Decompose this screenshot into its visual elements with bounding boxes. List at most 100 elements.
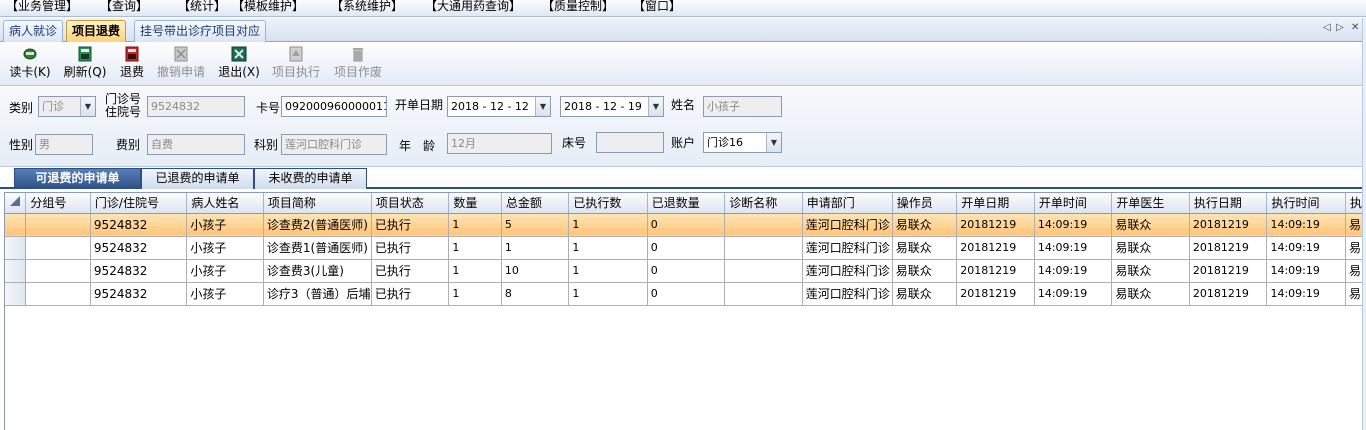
table-cell[interactable]: 小孩子	[186, 213, 264, 237]
table-cell[interactable]: 20181219	[956, 282, 1035, 306]
column-header[interactable]: 执行时间	[1266, 193, 1346, 214]
bed-no-field[interactable]	[596, 132, 664, 153]
column-header[interactable]: 已执行数	[568, 193, 648, 214]
table-cell[interactable]: 1	[448, 282, 502, 306]
tab-close-icon[interactable]: ✕	[1351, 22, 1359, 33]
table-cell[interactable]: 易联众	[892, 213, 958, 237]
table-cell[interactable]: 诊查费2(普通医师)	[263, 213, 372, 237]
table-cell[interactable]: 9524832	[90, 282, 188, 306]
table-cell[interactable]	[25, 213, 91, 237]
table-cell[interactable]: 莲河口腔科门诊	[802, 282, 893, 306]
column-header[interactable]: 申请部门	[802, 193, 893, 214]
table-cell[interactable]: 易联众	[1111, 282, 1190, 306]
table-cell[interactable]: 14:09:19	[1266, 236, 1346, 260]
tab-registration-mapping[interactable]: 挂号带出诊疗项目对应	[134, 20, 267, 42]
date-from-picker[interactable]: 2018 - 12 - 12 ▼	[447, 96, 551, 117]
table-cell[interactable]: 1	[448, 259, 502, 283]
table-cell[interactable]	[724, 259, 803, 283]
table-cell[interactable]: 1	[448, 236, 502, 260]
chevron-down-icon[interactable]: ▼	[648, 97, 663, 116]
table-cell[interactable]	[25, 236, 91, 260]
table-cell[interactable]	[25, 282, 91, 306]
table-cell[interactable]: 9524832	[90, 213, 188, 237]
tab-refunded-requests[interactable]: 已退费的申请单	[141, 168, 254, 189]
table-cell[interactable]: 0	[647, 259, 726, 283]
table-cell[interactable]: 14:09:19	[1034, 282, 1113, 306]
table-cell[interactable]: 易联众	[1111, 236, 1190, 260]
column-header[interactable]: 数量	[448, 193, 502, 214]
gender-field[interactable]: 男	[35, 134, 93, 155]
menu-window[interactable]: 【窗口】	[633, 0, 681, 14]
row-selector[interactable]	[5, 282, 27, 306]
name-field[interactable]: 小孩子	[703, 96, 782, 117]
column-header[interactable]: 项目状态	[371, 193, 450, 214]
right-edge-scrollbar[interactable]	[1362, 18, 1366, 430]
card-no-field[interactable]: 0920009600000110	[281, 96, 387, 117]
table-cell[interactable]: 20181219	[1189, 259, 1268, 283]
fee-type-field[interactable]: 自费	[147, 134, 245, 155]
exit-button[interactable]: 退出(X)	[217, 45, 261, 85]
table-cell[interactable]: 诊查费3(儿童)	[263, 259, 372, 283]
table-cell[interactable]: 1	[501, 236, 570, 260]
department-field[interactable]: 莲河口腔科门诊	[281, 134, 387, 155]
table-cell[interactable]: 5	[501, 213, 570, 237]
column-header[interactable]: 已退数量	[647, 193, 726, 214]
table-row[interactable]: 9524832 小孩子 诊查费3(儿童) 已执行 1 10 1 0 莲河口腔科门诊 易联众 2018…	[5, 259, 1366, 283]
column-header[interactable]: 总金额	[501, 193, 570, 214]
table-cell[interactable]: 易联众	[1111, 213, 1190, 237]
table-cell[interactable]: 0	[647, 213, 726, 237]
table-cell[interactable]: 诊查费1(普通医师)	[263, 236, 372, 260]
table-cell[interactable]	[25, 259, 91, 283]
table-row[interactable]: 9524832 小孩子 诊查费2(普通医师) 已执行 1 5 1 0 莲河口腔科门诊 易联众 201…	[5, 213, 1366, 237]
table-cell[interactable]: 莲河口腔科门诊	[802, 259, 893, 283]
row-selector[interactable]	[5, 213, 27, 237]
table-cell[interactable]: 已执行	[371, 259, 450, 283]
column-header[interactable]: 病人姓名	[186, 193, 264, 214]
table-cell[interactable]: 20181219	[1189, 282, 1268, 306]
table-cell[interactable]: 20181219	[956, 236, 1035, 260]
table-cell[interactable]: 已执行	[371, 282, 450, 306]
table-row[interactable]: 9524832 小孩子 诊疗3（普通）后埔 已执行 1 8 1 0 莲河口腔科门诊 易联众 2018…	[5, 282, 1366, 306]
column-header[interactable]: 操作员	[892, 193, 958, 214]
table-cell[interactable]: 8	[501, 282, 570, 306]
tab-scroll-right-icon[interactable]: ▷	[1336, 22, 1344, 33]
table-cell[interactable]: 莲河口腔科门诊	[802, 213, 893, 237]
tab-unpaid-requests[interactable]: 未收费的申请单	[254, 168, 367, 189]
table-cell[interactable]: 0	[647, 236, 726, 260]
column-header[interactable]: 开单时间	[1034, 193, 1113, 214]
tab-scroll-left-icon[interactable]: ◁	[1323, 22, 1331, 33]
column-header[interactable]: 门诊/住院号	[90, 193, 188, 214]
category-select[interactable]: 门诊 ▼	[38, 96, 96, 117]
menu-system[interactable]: 【系统维护】	[331, 0, 403, 14]
column-header[interactable]: 执行日期	[1189, 193, 1268, 214]
table-cell[interactable]	[724, 236, 803, 260]
menu-template[interactable]: 【模板维护】	[232, 0, 304, 14]
table-cell[interactable]: 易联众	[892, 282, 958, 306]
revoke-request-button[interactable]: 撤销申请	[156, 45, 206, 85]
table-cell[interactable]: 已执行	[371, 213, 450, 237]
select-all-corner[interactable]	[5, 193, 27, 214]
table-cell[interactable]: 已执行	[371, 236, 450, 260]
date-to-picker[interactable]: 2018 - 12 - 19 ▼	[560, 96, 664, 117]
table-cell[interactable]: 14:09:19	[1034, 236, 1113, 260]
table-cell[interactable]: 14:09:19	[1266, 282, 1346, 306]
item-void-button[interactable]: 项目作废	[333, 45, 383, 85]
chevron-down-icon[interactable]: ▼	[80, 97, 95, 116]
refresh-button[interactable]: 刷新(Q)	[62, 45, 108, 85]
row-selector[interactable]	[5, 236, 27, 260]
table-cell[interactable]: 9524832	[90, 236, 188, 260]
item-execute-button[interactable]: 项目执行	[271, 45, 321, 85]
chevron-down-icon[interactable]: ▼	[535, 97, 550, 116]
table-cell[interactable]: 1	[568, 259, 648, 283]
column-header[interactable]: 诊断名称	[724, 193, 803, 214]
table-cell[interactable]: 易联众	[892, 236, 958, 260]
table-cell[interactable]: 0	[647, 282, 726, 306]
table-cell[interactable]	[724, 213, 803, 237]
table-cell[interactable]: 20181219	[956, 259, 1035, 283]
menu-statistics[interactable]: 【统计】	[178, 0, 226, 14]
table-cell[interactable]: 诊疗3（普通）后埔	[263, 282, 372, 306]
table-cell[interactable]: 莲河口腔科门诊	[802, 236, 893, 260]
table-cell[interactable]: 1	[448, 213, 502, 237]
menu-drug-query[interactable]: 【大通用药查询】	[425, 0, 521, 14]
tab-item-refund[interactable]: 项目退费	[66, 20, 127, 42]
